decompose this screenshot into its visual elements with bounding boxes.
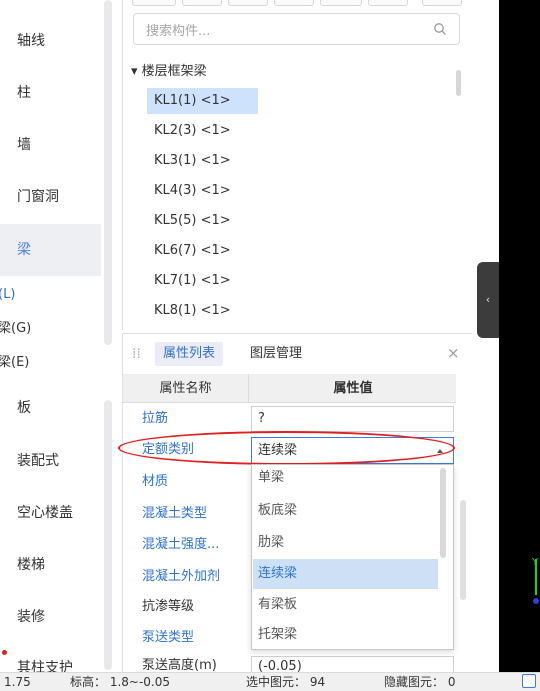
- left-nav-scrollbar-lower[interactable]: [104, 400, 112, 670]
- dropdown-scrollbar[interactable]: [440, 468, 446, 558]
- dropdown-option-beam-slab[interactable]: 有梁板: [253, 590, 438, 620]
- tree-item-kl8[interactable]: KL8(1) <1>: [147, 298, 258, 324]
- dropdown-option-single-beam[interactable]: 单梁: [253, 465, 438, 491]
- status-elevation: 标高： 1.8~-0.05: [70, 675, 171, 689]
- toolbar-button-3[interactable]: [228, 0, 268, 6]
- red-highlight-ellipse: [118, 431, 455, 465]
- tree-root-floor-frame-beam[interactable]: ▾ 楼层框架梁: [131, 62, 207, 82]
- status-value: 1.75: [4, 675, 31, 689]
- tree-item-kl6[interactable]: KL6(7) <1>: [147, 238, 258, 264]
- nav-item-prefab[interactable]: 装配式: [0, 435, 101, 487]
- nav-item-slab[interactable]: 板: [0, 382, 101, 434]
- prop-name-pump-type[interactable]: 泵送类型: [142, 625, 194, 651]
- nav-item-door-window[interactable]: 门窗洞: [0, 171, 101, 223]
- toolbar-button-1[interactable]: [132, 0, 176, 6]
- svg-text:Y: Y: [532, 557, 539, 568]
- chevron-left-icon: ‹: [485, 293, 491, 306]
- close-icon[interactable]: ×: [447, 344, 460, 362]
- prop-value-tie-bar[interactable]: ?: [251, 406, 454, 432]
- tab-layer-management[interactable]: 图层管理: [250, 342, 302, 366]
- component-search[interactable]: [133, 13, 460, 45]
- tree-item-kl4[interactable]: KL4(3) <1>: [147, 178, 258, 204]
- nav-item-hollow-floor[interactable]: 空心楼盖: [0, 487, 101, 539]
- toolbar-button-2[interactable]: [182, 0, 222, 6]
- left-nav: 轴线 柱 墙 门窗洞 梁 (L) 梁(G) 梁(E) 板 装配式 空心楼盖 楼梯…: [0, 0, 101, 672]
- nav-item-column[interactable]: 柱: [0, 67, 101, 119]
- prop-name-pump-height: 泵送高度(m): [142, 658, 217, 672]
- dropdown-option-truss-beam[interactable]: 托架梁: [253, 620, 438, 650]
- tree-item-kl7[interactable]: KL7(1) <1>: [147, 268, 258, 294]
- tree-toolbar: [132, 0, 462, 6]
- prop-value-pump-height[interactable]: (-0.05): [251, 656, 454, 672]
- prop-name-impermeability: 抗渗等级: [142, 599, 195, 614]
- tree-item-kl1[interactable]: KL1(1) <1>: [147, 88, 258, 114]
- prop-name-concrete-admixture[interactable]: 混凝土外加剂: [142, 564, 220, 590]
- prop-name-concrete-type[interactable]: 混凝土类型: [142, 501, 207, 527]
- nav-subitem-beam-l[interactable]: (L): [0, 284, 15, 306]
- tree-scrollbar[interactable]: [456, 70, 461, 96]
- nav-item-beam[interactable]: 梁: [0, 224, 101, 276]
- search-input[interactable]: [144, 20, 418, 42]
- nav-item-wall[interactable]: 墙: [0, 119, 101, 171]
- search-icon[interactable]: [433, 22, 447, 36]
- toolbar-button-5[interactable]: [320, 0, 362, 6]
- toolbar-button-7[interactable]: [422, 0, 462, 6]
- status-hidden-count: 隐藏图元： 0: [384, 675, 456, 689]
- prop-name-concrete-strength[interactable]: 混凝土强度...: [142, 532, 219, 558]
- drag-grip-icon[interactable]: ⁞⁞: [132, 343, 142, 365]
- header-property-name: 属性名称: [123, 374, 249, 403]
- prop-name-material[interactable]: 材质: [142, 469, 168, 495]
- nav-item-stairs[interactable]: 楼梯: [0, 539, 101, 591]
- left-nav-scrollbar[interactable]: [104, 0, 112, 345]
- quota-category-dropdown: 单梁 板底梁 肋梁 连续梁 有梁板 托架梁: [251, 464, 454, 650]
- dropdown-option-continuous-beam[interactable]: 连续梁: [253, 559, 438, 589]
- property-panel-scrollbar[interactable]: [460, 500, 466, 600]
- toolbar-button-6[interactable]: [368, 0, 408, 6]
- nav-subitem-beam-g[interactable]: 梁(G): [0, 318, 31, 340]
- status-selected-count: 选中图元： 94: [246, 675, 326, 689]
- dropdown-option-slab-bottom-beam[interactable]: 板底梁: [253, 496, 438, 526]
- nav-subitem-beam-e[interactable]: 梁(E): [0, 352, 29, 374]
- nav-item-axis[interactable]: 轴线: [0, 15, 101, 67]
- tree-item-kl3[interactable]: KL3(1) <1>: [147, 148, 258, 174]
- tree-item-kl2[interactable]: KL2(3) <1>: [147, 118, 258, 144]
- axis-gizmo-icon: Y: [532, 557, 539, 604]
- panel-collapse-handle[interactable]: ‹: [477, 262, 499, 338]
- tree-item-kl5[interactable]: KL5(5) <1>: [147, 208, 258, 234]
- header-property-value: 属性值: [333, 381, 373, 396]
- dropdown-option-rib-beam[interactable]: 肋梁: [253, 528, 438, 558]
- nav-item-support[interactable]: 其柱支护: [0, 644, 101, 672]
- prop-name-tie-bar[interactable]: 拉筋: [142, 406, 168, 432]
- toolbar-button-4[interactable]: [274, 0, 314, 6]
- red-dot-indicator: [2, 650, 7, 655]
- status-toggle-button[interactable]: [522, 674, 536, 688]
- tab-property-list[interactable]: 属性列表: [155, 342, 224, 366]
- nav-item-decoration[interactable]: 装修: [0, 591, 101, 643]
